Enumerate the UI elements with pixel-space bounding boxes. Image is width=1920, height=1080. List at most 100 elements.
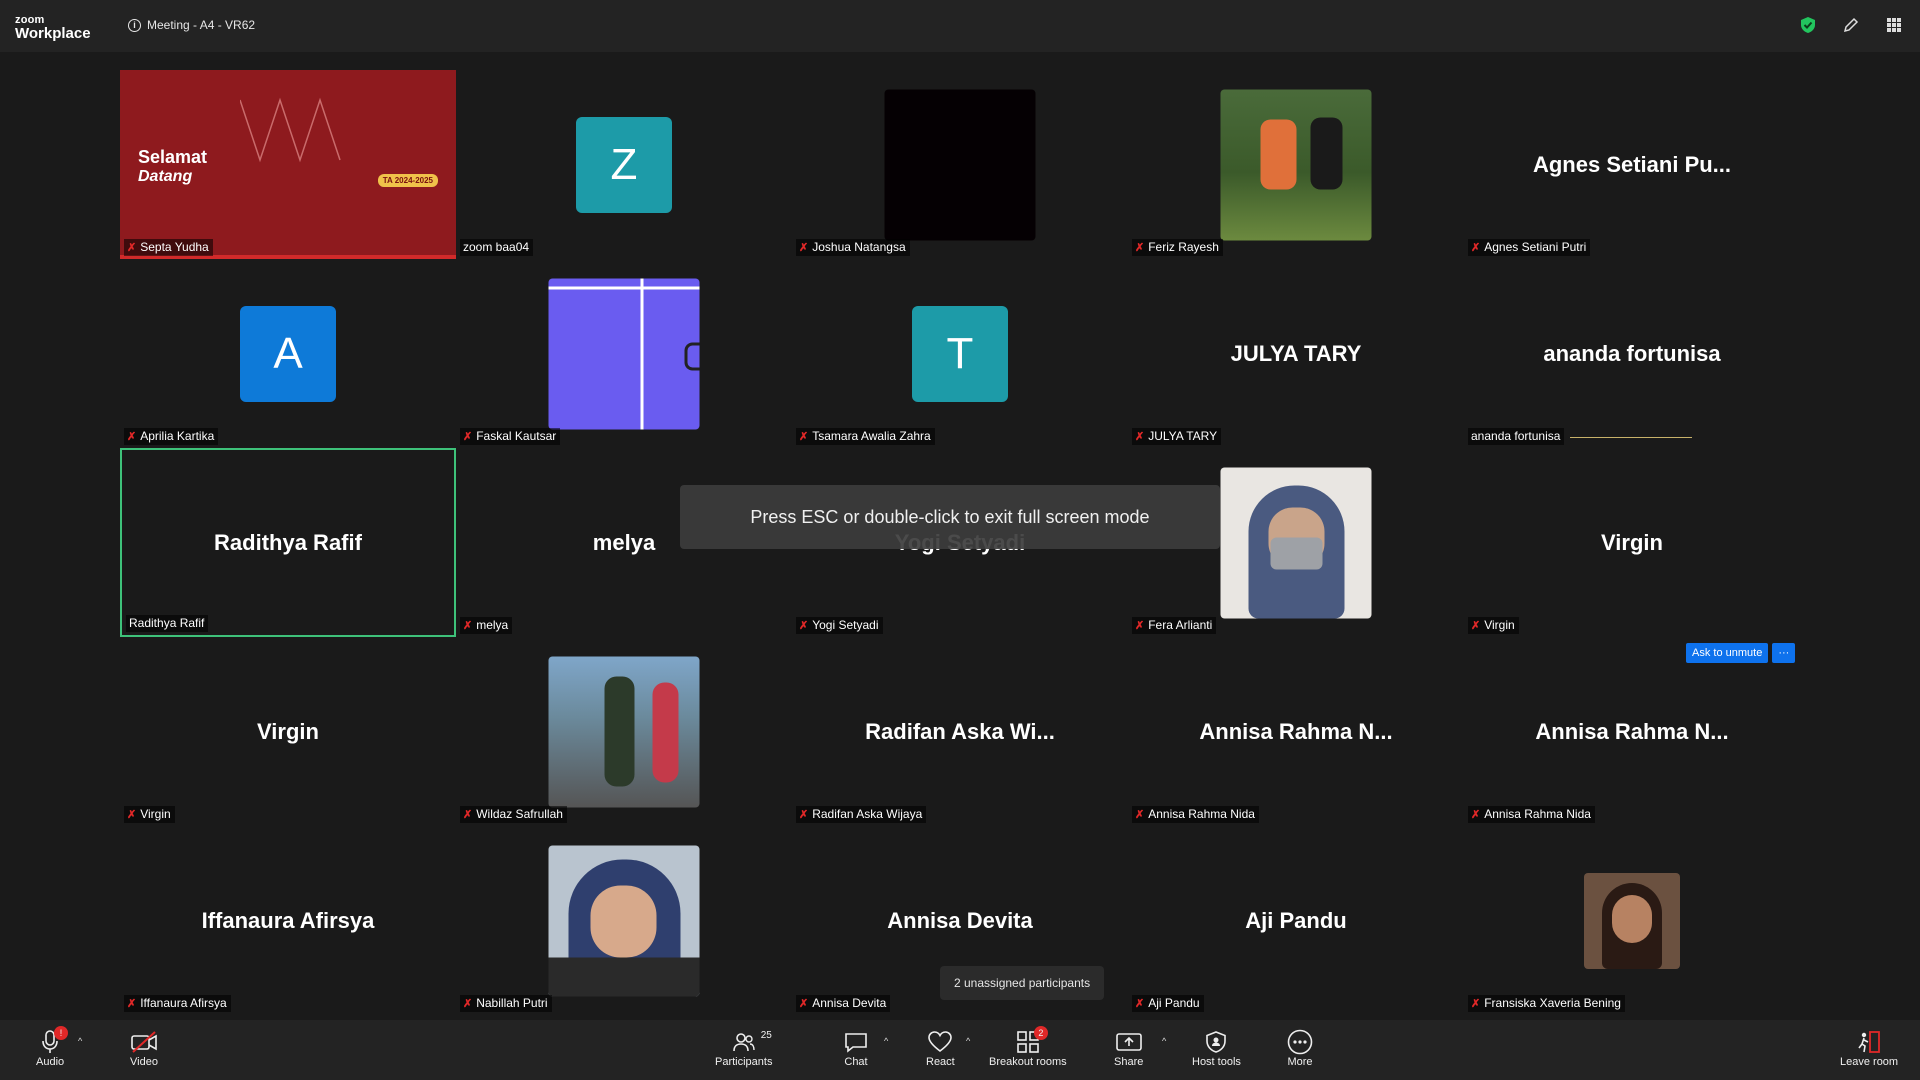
participant-label: Radithya Rafif bbox=[126, 615, 209, 632]
breakout-rooms-label: Breakout rooms bbox=[989, 1056, 1067, 1068]
fullscreen-exit-toast: Press ESC or double-click to exit full s… bbox=[680, 485, 1220, 549]
tile-more-options-button[interactable]: ··· bbox=[1772, 643, 1796, 663]
camera-video bbox=[1584, 872, 1680, 969]
breakout-count-badge: 2 bbox=[1033, 1026, 1048, 1040]
camera-video bbox=[548, 656, 700, 807]
video-tile[interactable]: Annisa Rahma N... ✗ Annisa Rahma Nida bbox=[1128, 637, 1464, 826]
video-tile[interactable]: Radifan Aska Wi... ✗ Radifan Aska Wijaya bbox=[792, 637, 1128, 826]
participant-label: ananda fortunisa bbox=[1468, 428, 1565, 445]
video-tile[interactable]: Virgin ✗ Virgin bbox=[120, 637, 456, 826]
muted-mic-icon: ✗ bbox=[799, 241, 809, 254]
video-tile[interactable]: ✗ Feriz Rayesh bbox=[1128, 70, 1464, 259]
participant-name: Annisa Rahma Nida bbox=[1148, 807, 1255, 821]
more-dots-icon bbox=[1287, 1028, 1313, 1056]
chat-button[interactable]: Chat bbox=[844, 1028, 868, 1068]
participant-display-name: ananda fortunisa bbox=[1543, 340, 1721, 366]
react-options-caret-icon[interactable]: ^ bbox=[966, 1036, 970, 1046]
participant-name: Feriz Rayesh bbox=[1148, 240, 1219, 254]
video-tile[interactable]: ✗ Fransiska Xaveria Bening bbox=[1464, 826, 1800, 1015]
participant-label: ✗ Annisa Devita bbox=[796, 995, 891, 1012]
participant-label: ✗ JULYA TARY bbox=[1132, 428, 1222, 445]
react-label: React bbox=[926, 1056, 955, 1068]
participant-name: Fransiska Xaveria Bening bbox=[1484, 996, 1621, 1010]
video-tile[interactable]: Virgin ✗ Virgin bbox=[1464, 448, 1800, 637]
muted-mic-icon: ✗ bbox=[463, 619, 473, 632]
participant-name: Wildaz Safrullah bbox=[476, 807, 563, 821]
muted-mic-icon: ✗ bbox=[127, 430, 137, 443]
video-tile[interactable]: Annisa Rahma N... ✗ Annisa Rahma Nida bbox=[1464, 637, 1800, 826]
leave-room-label: Leave room bbox=[1840, 1056, 1899, 1068]
participant-label: ✗ Yogi Setyadi bbox=[796, 617, 883, 634]
participants-label: Participants bbox=[715, 1056, 773, 1068]
gallery-grid-icon[interactable] bbox=[1886, 17, 1902, 38]
breakout-rooms-button[interactable]: 2 Breakout rooms bbox=[989, 1026, 1067, 1068]
participants-button[interactable]: 25 Participants bbox=[715, 1028, 772, 1068]
muted-mic-icon: ✗ bbox=[127, 997, 137, 1010]
participant-name: Iffanaura Afirsya bbox=[140, 996, 227, 1010]
participant-name: Faskal Kautsar bbox=[476, 429, 557, 443]
video-tile[interactable]: T ✗ Tsamara Awalia Zahra bbox=[792, 259, 1128, 448]
participant-label: ✗ Faskal Kautsar bbox=[460, 428, 561, 445]
shield-icon[interactable] bbox=[1800, 16, 1816, 39]
video-tile[interactable]: ✗ Faskal Kautsar bbox=[456, 259, 792, 448]
info-icon: i bbox=[128, 18, 141, 32]
participant-name: melya bbox=[476, 618, 509, 632]
chat-options-caret-icon[interactable]: ^ bbox=[884, 1036, 888, 1046]
participant-name: Virgin bbox=[140, 807, 171, 821]
participant-label: ✗ Radifan Aska Wijaya bbox=[796, 806, 927, 823]
video-tile-active-speaker[interactable]: Radithya Rafif Radithya Rafif bbox=[120, 448, 456, 637]
speaking-indicator bbox=[1570, 437, 1692, 438]
participant-display-name: Radithya Rafif bbox=[214, 529, 362, 555]
breakout-rooms-icon: 2 bbox=[1016, 1026, 1048, 1056]
video-tile[interactable]: Iffanaura Afirsya ✗ Iffanaura Afirsya bbox=[120, 826, 456, 1015]
participant-name: Aji Pandu bbox=[1148, 996, 1200, 1010]
host-tools-button[interactable]: Host tools bbox=[1192, 1028, 1241, 1068]
share-options-caret-icon[interactable]: ^ bbox=[1162, 1036, 1166, 1046]
screen-share-content: Selamat Datang TA 2024-2025 bbox=[120, 70, 456, 259]
participant-label: ✗ Fera Arlianti bbox=[1132, 617, 1217, 634]
shield-host-icon bbox=[1206, 1028, 1227, 1056]
leave-room-button[interactable]: Leave room bbox=[1840, 1028, 1898, 1068]
participant-name: ananda fortunisa bbox=[1471, 429, 1561, 443]
video-tile[interactable]: ✗ Nabillah Putri bbox=[456, 826, 792, 1015]
top-bar: zoom Workplace i Meeting - A4 - VR62 bbox=[0, 0, 1920, 52]
video-tile[interactable]: Agnes Setiani Pu... ✗ Agnes Setiani Putri bbox=[1464, 70, 1800, 259]
video-tile[interactable]: JULYA TARY ✗ JULYA TARY bbox=[1128, 259, 1464, 448]
participant-display-name: Annisa Rahma N... bbox=[1199, 718, 1393, 744]
zoom-logo: zoom Workplace bbox=[15, 15, 91, 42]
ask-to-unmute-button[interactable]: Ask to unmute bbox=[1686, 643, 1769, 663]
participant-display-name: Virgin bbox=[1601, 529, 1663, 555]
share-button[interactable]: Share bbox=[1114, 1028, 1143, 1068]
video-tile[interactable]: ✗ Joshua Natangsa bbox=[792, 70, 1128, 259]
annotate-pencil-icon[interactable] bbox=[1842, 16, 1860, 39]
camera-video bbox=[1220, 467, 1372, 618]
participant-label: ✗ melya bbox=[460, 617, 513, 634]
participant-label: ✗ Virgin bbox=[124, 806, 175, 823]
avatar: T bbox=[912, 305, 1008, 402]
participant-label: ✗ Feriz Rayesh bbox=[1132, 239, 1223, 256]
muted-mic-icon: ✗ bbox=[799, 997, 809, 1010]
logo-bottom-text: Workplace bbox=[15, 25, 91, 42]
react-button[interactable]: React bbox=[926, 1028, 955, 1068]
participant-label: zoom baa04 bbox=[460, 239, 534, 256]
video-tile[interactable]: ananda fortunisa ananda fortunisa bbox=[1464, 259, 1800, 448]
participant-label: ✗ Virgin bbox=[1468, 617, 1519, 634]
video-tile[interactable]: A ✗ Aprilia Kartika bbox=[120, 259, 456, 448]
participant-display-name: Annisa Devita bbox=[887, 907, 1033, 933]
participant-label: ✗ Aji Pandu bbox=[1132, 995, 1204, 1012]
participants-count: 25 bbox=[760, 1030, 772, 1041]
participant-name: Nabillah Putri bbox=[476, 996, 548, 1010]
participant-name: Yogi Setyadi bbox=[812, 618, 879, 632]
audio-options-caret-icon[interactable]: ^ bbox=[78, 1036, 82, 1046]
video-tile[interactable]: Aji Pandu ✗ Aji Pandu bbox=[1128, 826, 1464, 1015]
unassigned-participants-popup[interactable]: 2 unassigned participants bbox=[940, 966, 1105, 1000]
video-tile[interactable]: ✗ Wildaz Safrullah bbox=[456, 637, 792, 826]
meeting-info-button[interactable]: i Meeting - A4 - VR62 bbox=[128, 18, 255, 32]
more-button[interactable]: More bbox=[1287, 1028, 1313, 1068]
video-tile[interactable]: Selamat Datang TA 2024-2025 ✗ Septa Yudha bbox=[120, 70, 456, 259]
video-button[interactable]: Video bbox=[130, 1028, 158, 1068]
video-tile[interactable]: Z zoom baa04 bbox=[456, 70, 792, 259]
participant-name: Septa Yudha bbox=[140, 240, 209, 254]
audio-button[interactable]: ! Audio bbox=[36, 1026, 69, 1068]
muted-mic-icon: ✗ bbox=[1135, 619, 1145, 632]
